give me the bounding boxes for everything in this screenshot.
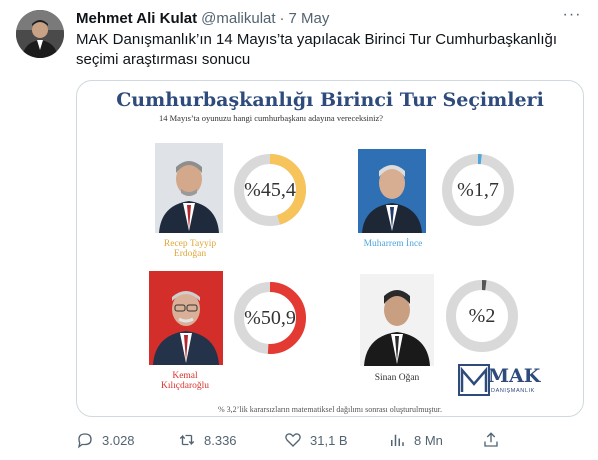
reply-button[interactable]: 3.028 — [76, 428, 135, 452]
infographic-footnote: % 3,2’lik kararsızların matematiksel dağ… — [218, 405, 442, 414]
candidate-name-line1: Recep Tayyip — [163, 239, 217, 249]
candidate-name-line2: Erdoğan — [173, 249, 207, 259]
reply-count: 3.028 — [102, 432, 135, 448]
logo-text: MAK — [488, 365, 541, 387]
tweet-media-image[interactable]: Cumhurbaşkanlığı Birinci Tur Seçimleri 1… — [76, 80, 584, 417]
infographic-title: Cumhurbaşkanlığı Birinci Tur Seçimleri — [116, 89, 544, 111]
candidate-name-line1: Sinan Oğan — [374, 373, 420, 383]
views-chart-icon — [391, 434, 404, 446]
candidate-name-line2: Kılıçdaroğlu — [160, 381, 209, 391]
like-button[interactable]: 31,1 B — [284, 428, 348, 452]
candidate-name-line1: Muharrem İnce — [363, 239, 423, 249]
tweet-header: Mehmet Ali Kulat @malikulat · 7 May ··· — [76, 7, 582, 28]
candidate-photo-erdogan — [155, 143, 223, 233]
candidate-name-line1: Kemal — [172, 371, 198, 381]
reply-icon — [77, 433, 92, 449]
candidate-name-erdogan: Recep Tayyip Erdoğan — [145, 239, 235, 259]
percentage-label-erdogan: %45,4 — [244, 178, 296, 201]
mak-logo-mark-icon — [458, 364, 490, 396]
percentage-label-ogan: %2 — [468, 304, 496, 327]
avatar[interactable] — [16, 10, 64, 58]
logo-subtext: DANIŞMANLIK — [491, 388, 535, 394]
views-button[interactable]: 8 Mn — [388, 428, 443, 452]
author-name[interactable]: Mehmet Ali Kulat — [76, 10, 197, 27]
candidate-name-kilicdaroglu: Kemal Kılıçdaroğlu — [140, 371, 230, 391]
candidate-name-ogan: Sinan Oğan — [347, 373, 447, 383]
retweet-icon — [179, 434, 195, 446]
mak-logo: MAK DANIŞMANLIK — [458, 364, 550, 400]
percentage-label-kilicdaroglu: %50,9 — [244, 306, 296, 329]
candidate-photo-kilicdaroglu — [149, 271, 223, 365]
candidate-photo-ince — [358, 149, 426, 233]
candidate-name-ince: Muharrem İnce — [343, 239, 443, 249]
views-count: 8 Mn — [414, 432, 443, 448]
percentage-label-ince: %1,7 — [457, 178, 499, 201]
retweet-button[interactable]: 8.336 — [178, 428, 237, 452]
share-icon — [484, 432, 498, 447]
tweet-date[interactable]: 7 May — [289, 10, 330, 27]
author-handle[interactable]: @malikulat — [201, 10, 275, 27]
separator-dot: · — [279, 9, 285, 27]
like-count: 31,1 B — [310, 432, 348, 448]
heart-icon — [285, 433, 301, 447]
tweet-text: MAK Danışmanlık’ın 14 Mayıs’ta yapılacak… — [76, 31, 558, 68]
more-options-icon[interactable]: ··· — [562, 7, 582, 28]
infographic-subtitle: 14 Mayıs’ta oyunuzu hangi cumhurbaşkanı … — [159, 113, 384, 123]
share-button[interactable] — [482, 428, 508, 452]
candidate-photo-ogan — [360, 274, 434, 366]
tweet-action-bar: 3.028 8.336 31,1 B 8 Mn — [76, 428, 516, 452]
retweet-count: 8.336 — [204, 432, 237, 448]
